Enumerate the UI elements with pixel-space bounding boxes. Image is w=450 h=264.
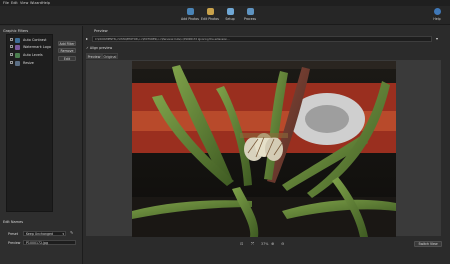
- filter-label: Watermark Logo: [23, 45, 51, 49]
- preview-title: Preview: [94, 29, 108, 33]
- preview-file-field[interactable]: P1000172.jpg: [23, 240, 76, 245]
- chevron-down-icon: ▾: [62, 232, 64, 236]
- setup-icon: [226, 8, 234, 15]
- align-preview-option[interactable]: ✓ Align preview: [86, 46, 112, 50]
- zoom-out-icon[interactable]: ⊖: [281, 241, 284, 246]
- checkbox[interactable]: [10, 53, 13, 56]
- path-field[interactable]: C:\DOCUMENTS\<VISTA\PHOTOS\<<\PICTURES\<…: [92, 36, 432, 42]
- edit-photos-button[interactable]: Edit Photos: [201, 7, 219, 24]
- filter-icon: [15, 52, 20, 58]
- menu-edit[interactable]: Edit: [11, 1, 18, 5]
- filter-item[interactable]: Auto Contrast: [9, 37, 53, 43]
- help-button[interactable]: Help: [428, 7, 446, 24]
- filter-list[interactable]: Auto Contrast Watermark Logo Auto Levels…: [6, 34, 53, 212]
- photo-edit-icon: [206, 8, 214, 15]
- checkbox[interactable]: [10, 61, 13, 64]
- filter-icon: [15, 44, 20, 50]
- tab-original[interactable]: Original: [102, 53, 118, 59]
- fit-icon[interactable]: ⊡: [240, 241, 243, 246]
- add-filter-button[interactable]: Add Filter: [58, 41, 76, 46]
- graphic-filters-title: Graphic Filters: [3, 29, 29, 33]
- menu-view[interactable]: View: [20, 1, 28, 5]
- menu-help[interactable]: Help: [42, 1, 50, 5]
- process-icon: [246, 8, 254, 15]
- filter-label: Resize: [23, 61, 34, 65]
- add-photos-button[interactable]: Add Photos: [181, 7, 199, 24]
- checkbox[interactable]: [10, 45, 13, 48]
- arrow-right-icon: ▸: [86, 36, 89, 41]
- edit-names-title: Edit Names: [3, 220, 24, 224]
- checkbox[interactable]: [10, 38, 13, 41]
- filter-label: Auto Contrast: [23, 38, 47, 42]
- preset-select[interactable]: Keep Unchanged ▾: [23, 231, 66, 236]
- succulent-photo: [132, 61, 396, 237]
- process-label: Process: [243, 17, 257, 21]
- preview-label: Preview: [8, 241, 21, 245]
- help-icon: [433, 8, 441, 15]
- filter-icon: [15, 60, 20, 66]
- filter-item[interactable]: Resize: [9, 60, 53, 66]
- filter-item[interactable]: Watermark Logo: [9, 44, 53, 50]
- zoom-level: 37%: [261, 242, 269, 246]
- pencil-icon[interactable]: ✎: [70, 231, 73, 235]
- filter-label: Auto Levels: [23, 53, 43, 57]
- tab-preview[interactable]: Preview: [86, 53, 102, 59]
- photo-add-icon: [186, 8, 194, 15]
- align-preview-label: Align preview: [89, 46, 113, 50]
- path-text: C:\DOCUMENTS\<VISTA\PHOTOS\<<\PICTURES\<…: [95, 37, 230, 41]
- filter-item[interactable]: Auto Levels: [9, 52, 53, 58]
- add-photos-label: Add Photos: [181, 17, 199, 21]
- remove-filter-button[interactable]: Remove: [58, 48, 76, 53]
- process-button[interactable]: Process: [241, 7, 259, 24]
- preset-label: Preset: [8, 232, 18, 236]
- chevron-down-icon[interactable]: ▾: [436, 37, 438, 41]
- actual-size-icon[interactable]: ⤧: [251, 241, 254, 246]
- preset-value: Keep Unchanged: [26, 232, 53, 236]
- filter-icon: [15, 37, 20, 43]
- switch-view-button[interactable]: Switch View: [414, 241, 442, 247]
- zoom-in-icon[interactable]: ⊕: [271, 241, 274, 246]
- preview-file-value: P1000172.jpg: [26, 241, 49, 245]
- check-icon: ✓: [86, 46, 89, 50]
- setup-button[interactable]: Setup: [221, 7, 239, 24]
- preview-image: [132, 61, 396, 237]
- edit-filter-button[interactable]: Edit: [58, 56, 76, 61]
- menu-wizard[interactable]: Wizard: [30, 1, 42, 5]
- edit-photos-label: Edit Photos: [201, 17, 219, 21]
- menu-file[interactable]: File: [3, 1, 9, 5]
- setup-label: Setup: [225, 17, 235, 21]
- toolbar: Add Photos Edit Photos Setup Process Hel…: [0, 6, 450, 25]
- help-label: Help: [433, 17, 441, 21]
